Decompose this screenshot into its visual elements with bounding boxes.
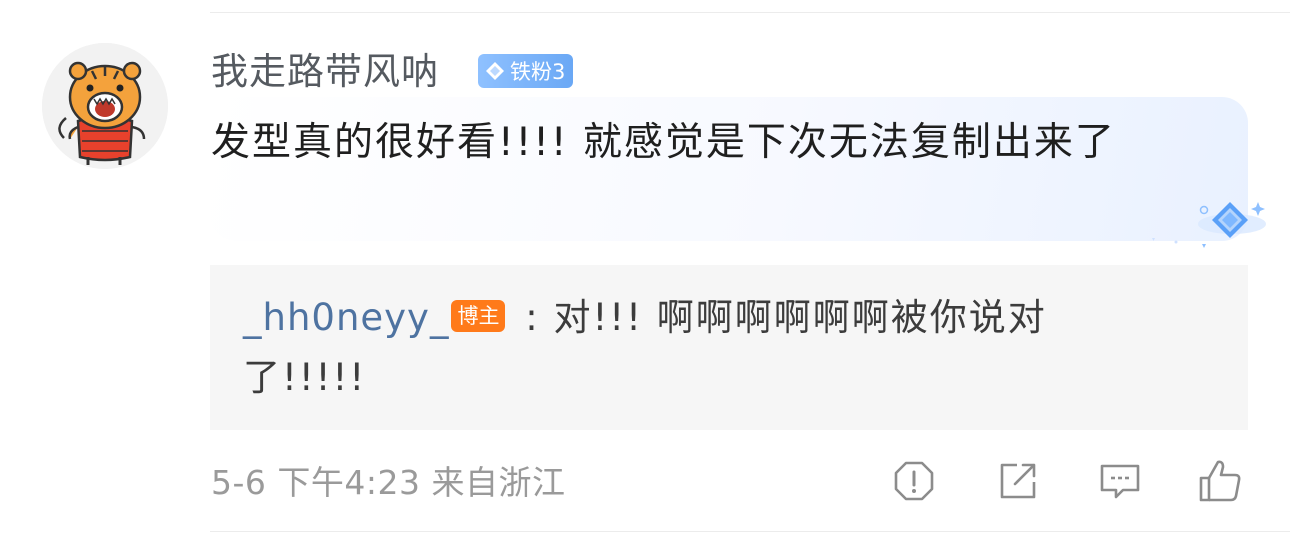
like-icon (1199, 460, 1241, 502)
report-button[interactable] (891, 458, 937, 504)
diamond-icon (486, 62, 504, 80)
comment-button[interactable] (1097, 458, 1143, 504)
reply: _hh0neyy_ 博主 : 对!!! 啊啊啊啊啊啊被你说对了!!!!! (243, 288, 1123, 408)
share-button[interactable] (995, 458, 1041, 504)
reply-separator: : (511, 296, 554, 339)
comment-meta: 5-6 下午4:23 来自浙江 (211, 461, 566, 505)
reply-author[interactable]: _hh0neyy_ (243, 296, 449, 339)
fan-badge-label: 铁粉3 (510, 60, 566, 84)
sparkle-diamond-icon (1152, 202, 1266, 248)
blogger-badge: 博主 (451, 299, 506, 332)
comment-location: 来自浙江 (431, 463, 566, 502)
comment-time: 下午4:23 (277, 463, 421, 502)
tiger-avatar-icon (42, 43, 168, 169)
top-divider (210, 12, 1290, 13)
report-icon (894, 461, 934, 501)
avatar[interactable] (42, 43, 168, 169)
like-button[interactable] (1197, 458, 1243, 504)
comment-text: 发型真的很好看!!!! 就感觉是下次无法复制出来了 (211, 120, 1116, 165)
bottom-divider (210, 531, 1290, 532)
share-icon (1000, 463, 1036, 499)
comment-username[interactable]: 我走路带风呐 (211, 48, 439, 96)
comment-icon (1100, 464, 1140, 499)
comment-date: 5-6 (211, 463, 267, 502)
fan-badge[interactable]: 铁粉3 (478, 54, 574, 88)
